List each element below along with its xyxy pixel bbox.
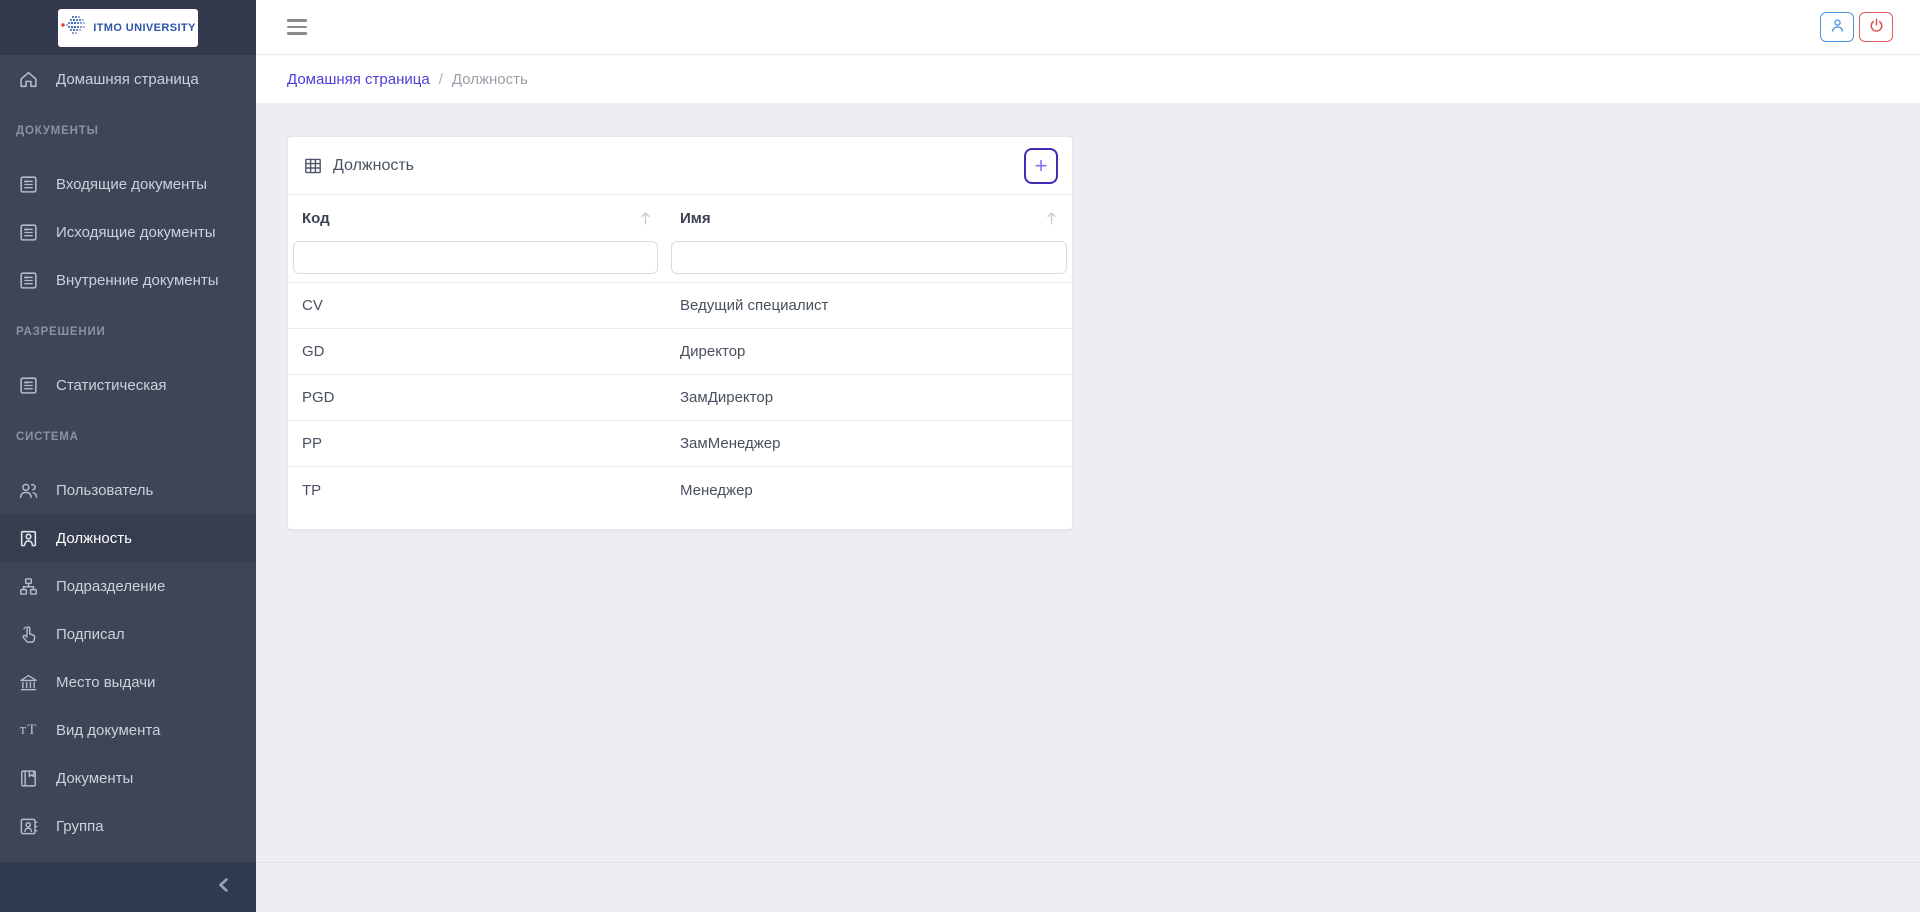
name-filter-input[interactable] (671, 241, 1067, 274)
document-lines-icon (18, 174, 39, 195)
sidebar-item-label: Пользователь (56, 482, 153, 499)
breadcrumb-home-link[interactable]: Домашняя страница (287, 71, 430, 88)
sidebar-item-label: Место выдачи (56, 674, 155, 691)
cell-name: Менеджер (666, 482, 1072, 499)
document-lines-icon (18, 270, 39, 291)
home-icon (18, 69, 39, 90)
itmo-logo[interactable]: ITMO UNIVERSITY (58, 9, 198, 47)
sidebar-item-label: Домашняя страница (56, 71, 199, 88)
hand-click-icon (18, 624, 39, 645)
table-grid-icon (303, 156, 323, 176)
cell-code: CV (288, 297, 666, 314)
cell-code: PGD (288, 389, 666, 406)
contacts-icon (18, 816, 39, 837)
sidebar-item-label: Должность (56, 530, 132, 547)
main-footer (256, 862, 1920, 912)
menu-toggle-button[interactable] (287, 16, 313, 38)
document-lines-icon (18, 375, 39, 396)
org-chart-icon (18, 576, 39, 597)
sidebar-item-label: Документы (56, 770, 133, 787)
sidebar-item-incoming-documents[interactable]: Входящие документы (0, 160, 256, 208)
column-header-name[interactable]: Имя (666, 210, 1072, 227)
sidebar: ITMO UNIVERSITY Домашняя страница ДОКУМЕ… (0, 0, 256, 912)
badge-person-icon (18, 528, 39, 549)
sort-asc-icon[interactable] (1045, 210, 1058, 227)
document-lines-icon (18, 222, 39, 243)
cell-code: GD (288, 343, 666, 360)
breadcrumb-separator: / (439, 71, 443, 88)
cell-name: Ведущий специалист (666, 297, 1072, 314)
sidebar-item-outgoing-documents[interactable]: Исходящие документы (0, 208, 256, 256)
sidebar-item-signed[interactable]: Подписал (0, 610, 256, 658)
section-title-permissions: РАЗРЕШЕНИИ (0, 320, 256, 344)
filter-row (288, 241, 1072, 283)
sidebar-item-user[interactable]: Пользователь (0, 466, 256, 514)
logout-button[interactable] (1859, 12, 1893, 42)
topbar-actions (1820, 12, 1893, 42)
sidebar-item-issue-place[interactable]: Место выдачи (0, 658, 256, 706)
sidebar-item-label: Подписал (56, 626, 125, 643)
card-header: Должность + (288, 137, 1072, 195)
sidebar-item-label: Вид документа (56, 722, 160, 739)
user-icon (1829, 17, 1846, 37)
app-root: ITMO UNIVERSITY Домашняя страница ДОКУМЕ… (0, 0, 1920, 912)
section-title-system: СИСТЕМА (0, 425, 256, 449)
sidebar-item-label: Входящие документы (56, 176, 207, 193)
sidebar-item-position[interactable]: Должность (0, 514, 256, 562)
table-row[interactable]: PGD ЗамДиректор (288, 375, 1072, 421)
sidebar-item-document-type[interactable]: тТ Вид документа (0, 706, 256, 754)
cell-name: ЗамМенеджер (666, 435, 1072, 452)
sidebar-item-label: Внутренние документы (56, 272, 219, 289)
card-title: Должность (333, 157, 414, 175)
power-icon (1868, 17, 1885, 37)
cell-name: ЗамДиректор (666, 389, 1072, 406)
cell-name: Директор (666, 343, 1072, 360)
table-row[interactable]: GD Директор (288, 329, 1072, 375)
sidebar-item-label: Группа (56, 818, 104, 835)
table-header-row: Код Имя (288, 195, 1072, 241)
cell-code: TP (288, 482, 666, 499)
table-row[interactable]: TP Менеджер (288, 467, 1072, 513)
section-title-documents: ДОКУМЕНТЫ (0, 119, 256, 143)
sidebar-item-label: Подразделение (56, 578, 165, 595)
sidebar-header: ITMO UNIVERSITY (0, 0, 256, 55)
hamburger-icon (287, 19, 307, 22)
chevron-left-icon (214, 875, 234, 900)
sidebar-item-internal-documents[interactable]: Внутренние документы (0, 256, 256, 304)
sidebar-item-statistical[interactable]: Статистическая (0, 361, 256, 409)
sidebar-item-documents[interactable]: Документы (0, 754, 256, 802)
sidebar-item-label: Статистическая (56, 377, 167, 394)
breadcrumb: Домашняя страница / Должность (256, 55, 1920, 103)
sidebar-item-department[interactable]: Подразделение (0, 562, 256, 610)
sidebar-item-home[interactable]: Домашняя страница (0, 55, 256, 103)
book-icon (18, 768, 39, 789)
column-header-code[interactable]: Код (288, 210, 666, 227)
sort-asc-icon[interactable] (639, 210, 652, 227)
code-filter-input[interactable] (293, 241, 658, 274)
breadcrumb-current: Должность (452, 71, 528, 88)
table-body: CV Ведущий специалист GD Директор PGD За… (288, 283, 1072, 513)
topbar (256, 0, 1920, 55)
sidebar-item-group[interactable]: Группа (0, 802, 256, 850)
positions-card: Должность + Код Имя (287, 136, 1073, 530)
table-row[interactable]: PP ЗамМенеджер (288, 421, 1072, 467)
cell-code: PP (288, 435, 666, 452)
sidebar-collapse-button[interactable] (0, 862, 256, 912)
bank-icon (18, 672, 39, 693)
itmo-logo-dots-icon (60, 14, 87, 41)
add-record-button[interactable]: + (1024, 148, 1058, 184)
table-row[interactable]: CV Ведущий специалист (288, 283, 1072, 329)
content-area: Должность + Код Имя (256, 103, 1920, 862)
profile-button[interactable] (1820, 12, 1854, 42)
text-type-icon: тТ (18, 720, 39, 741)
main-area: Домашняя страница / Должность Должность … (256, 0, 1920, 912)
sidebar-menu: Домашняя страница ДОКУМЕНТЫ Входящие док… (0, 55, 256, 862)
sidebar-item-label: Исходящие документы (56, 224, 215, 241)
itmo-logo-text: ITMO UNIVERSITY (93, 22, 196, 34)
users-icon (18, 480, 39, 501)
